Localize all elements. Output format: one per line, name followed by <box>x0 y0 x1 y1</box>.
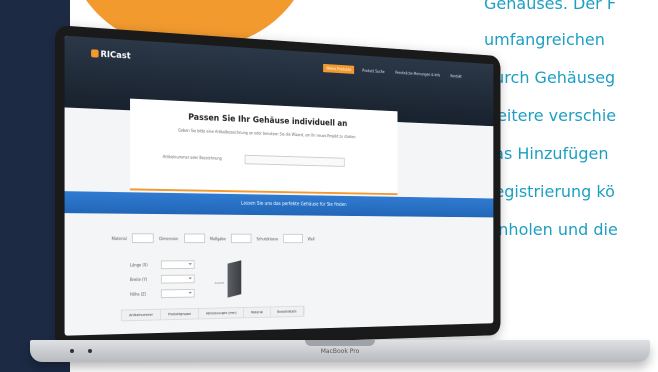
logo-icon <box>91 49 98 57</box>
laptop-base: MacBook Pro <box>30 340 650 362</box>
status-led-icon <box>70 349 74 353</box>
description-line: Registrierung kö <box>484 182 615 201</box>
filter-select[interactable] <box>231 234 251 243</box>
filter-label: Dimension <box>159 236 178 241</box>
dimension-selects: Länge (X) Breite (Y) Höhe (Z) <box>130 260 195 304</box>
dimension-dropdown[interactable] <box>161 289 195 298</box>
product-caption: Ansicht <box>215 281 225 285</box>
finder-banner: Lassen Sie uns das perfekte Gehäuse für … <box>65 191 494 217</box>
results-table-header: Artikelnummer Produktgruppe Abmessungen … <box>121 306 305 322</box>
description-line: weitere verschie <box>484 106 616 125</box>
description-line: Gehäuses. Der F <box>484 0 616 13</box>
dimension-label: Länge (X) <box>130 262 155 267</box>
filter-select[interactable] <box>184 233 205 243</box>
dimension-row: Breite (Y) <box>130 275 195 284</box>
nav-item-contact[interactable]: Kontakt <box>448 72 465 81</box>
dimension-dropdown[interactable] <box>161 275 195 284</box>
dimension-label: Höhe (Z) <box>130 291 155 296</box>
table-header-cell[interactable]: Bestelldetails <box>270 307 303 317</box>
table-header-cell[interactable]: Material <box>244 307 270 317</box>
dimension-dropdown[interactable] <box>161 260 195 269</box>
description-text: Gehäuses. Der F umfangreichen durch Gehä… <box>480 0 658 300</box>
dimension-row: Höhe (Z) <box>130 289 195 299</box>
filter-row: Material Dimension Maßgabe Schutzklasse … <box>112 233 315 243</box>
description-line: durch Gehäuseg <box>484 68 615 87</box>
dimension-row: Länge (X) <box>130 260 195 269</box>
logo-text: RICast <box>100 50 130 62</box>
nav-item-my-products[interactable]: Meine Produkte <box>323 64 354 74</box>
description-line: umfangreichen <box>484 30 605 49</box>
dimension-label: Breite (Y) <box>130 277 155 282</box>
filter-label: Schutzklasse <box>256 236 278 241</box>
table-header-cell[interactable]: Produktgruppe <box>161 309 199 319</box>
description-line: einholen und die <box>484 220 618 239</box>
main-nav: Meine Produkte Produkt Suche Persönliche… <box>323 64 464 81</box>
table-header-cell[interactable]: Artikelnummer <box>122 310 161 321</box>
site-logo[interactable]: RICast <box>91 49 131 61</box>
filter-label: Maßgabe <box>210 236 226 241</box>
filter-select[interactable] <box>283 234 303 243</box>
nav-item-info[interactable]: Persönliche Meinungen & Info <box>392 68 443 79</box>
status-led-icon <box>88 349 92 353</box>
nav-item-product-search[interactable]: Produkt Suche <box>359 66 388 76</box>
hero-card: Passen Sie Ihr Gehäuse individuell an Ge… <box>130 99 397 195</box>
article-field-label: Artikelnummer oder Bezeichnung <box>163 154 222 160</box>
laptop-display: RICast Meine Produkte Produkt Suche Pers… <box>65 36 494 336</box>
article-search-input[interactable] <box>245 155 345 167</box>
enclosure-preview-image <box>228 260 242 297</box>
laptop-brand-label: MacBook Pro <box>321 348 360 355</box>
filter-label: Wall <box>308 236 315 241</box>
table-header-cell[interactable]: Abmessungen (mm) <box>199 308 244 319</box>
filter-select[interactable] <box>132 233 154 243</box>
finder-banner-title: Lassen Sie uns das perfekte Gehäuse für … <box>65 198 494 210</box>
laptop-screen-frame: RICast Meine Produkte Produkt Suche Pers… <box>55 25 500 350</box>
description-line: das Hinzufügen <box>484 144 608 163</box>
filter-label: Material <box>112 236 127 241</box>
laptop-notch <box>305 340 375 346</box>
